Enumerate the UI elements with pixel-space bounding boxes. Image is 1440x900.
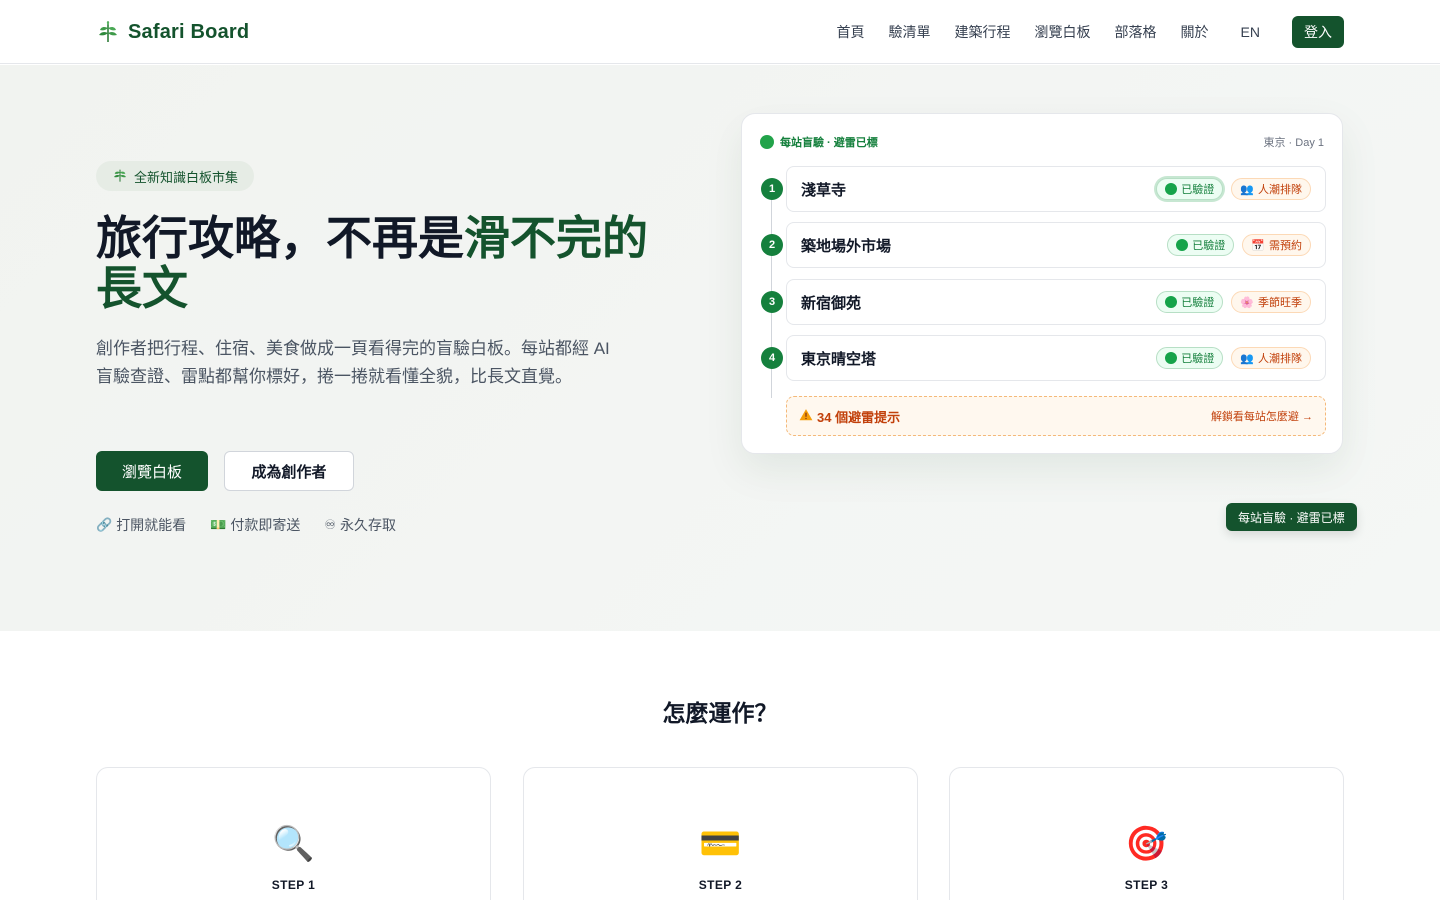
nav-link-home[interactable]: 首頁 (837, 22, 865, 42)
blossom-icon: 🌸 (1240, 296, 1254, 309)
verified-badge: 已驗證 (1156, 291, 1224, 313)
green-dot-icon (1165, 183, 1178, 195)
people-icon: 👥 (1240, 183, 1254, 196)
credit-card-icon: 💳 (699, 825, 742, 863)
green-dot-icon (760, 135, 774, 149)
step-label: STEP 2 (698, 878, 743, 892)
leaf-icon (112, 167, 128, 186)
people-icon: 👥 (1240, 352, 1254, 365)
stop-row[interactable]: 東京晴空塔 已驗證 👥 人潮排隊 (786, 335, 1326, 381)
hero-title-plain: 旅行攻略，不再是 (96, 212, 464, 264)
become-creator-button[interactable]: 成為創作者 (224, 451, 354, 491)
stop-number: 4 (761, 347, 783, 369)
stop-number: 2 (761, 234, 783, 256)
language-switch[interactable]: EN (1241, 24, 1260, 40)
green-dot-icon (1165, 296, 1178, 308)
how-it-works-title: 怎麼運作？ (662, 700, 778, 726)
preview-chip: 每站盲驗 · 避雷已標 (1226, 503, 1357, 531)
step-label: STEP 1 (271, 878, 316, 892)
hero-badge-label: 全新知識白板市集 (134, 169, 239, 185)
browse-boards-button[interactable]: 瀏覽白板 (96, 451, 208, 491)
infinity-icon: ♾ (324, 517, 337, 532)
step-label: STEP 3 (1124, 878, 1169, 892)
perk-label: 付款即寄送 (230, 517, 301, 533)
nav-links: 首頁 驗清單 建築行程 瀏覽白板 部落格 關於 EN 登入 (813, 16, 1344, 48)
nav-link-checklist[interactable]: 驗清單 (889, 22, 931, 42)
warning-tag: 🌸 季節旺季 (1231, 291, 1311, 313)
hero-perks: 🔗 打開就能看 💵 付款即寄送 ♾ 永久存取 (96, 515, 396, 535)
perk-item: 🔗 打開就能看 (96, 515, 186, 535)
login-button[interactable]: 登入 (1292, 16, 1344, 48)
nav-link-blog[interactable]: 部落格 (1115, 22, 1157, 42)
stop-number: 1 (761, 178, 783, 200)
nav-link-browse-boards[interactable]: 瀏覽白板 (1035, 22, 1091, 42)
brand-logo[interactable]: Safari Board (96, 18, 249, 46)
hero-title: 旅行攻略，不再是滑不完的長文 (96, 213, 676, 313)
stop-row[interactable]: 築地場外市場 已驗證 📅 需預約 (786, 222, 1326, 268)
top-nav: Safari Board 首頁 驗清單 建築行程 瀏覽白板 部落格 關於 EN … (0, 0, 1440, 64)
itinerary-preview-card: 每站盲驗 · 避雷已標 東京 · Day 1 1 淺草寺 已驗證 👥 人潮排隊 … (741, 113, 1343, 454)
green-dot-icon (1176, 239, 1189, 251)
perk-label: 永久存取 (340, 517, 397, 533)
perk-item: ♾ 永久存取 (324, 515, 396, 535)
warning-tag: 👥 人潮排隊 (1231, 178, 1311, 200)
stop-name: 築地場外市場 (801, 237, 892, 255)
preview-header-title: 每站盲驗 · 避雷已標 (780, 137, 878, 149)
warning-icon (799, 408, 813, 425)
calendar-icon: 📅 (1251, 239, 1265, 252)
stop-name: 新宿御苑 (801, 294, 862, 312)
brand-name: Safari Board (128, 20, 250, 43)
step-card: 💳 STEP 2 (523, 767, 918, 900)
unlock-pitfalls-link[interactable]: 解鎖看每站怎麼避 → (1211, 408, 1313, 424)
nav-link-about[interactable]: 關於 (1181, 22, 1209, 42)
stop-name: 東京晴空塔 (801, 350, 877, 368)
verified-badge: 已驗證 (1156, 347, 1224, 369)
step-card: 🔍 STEP 1 (96, 767, 491, 900)
leaf-icon (96, 20, 120, 44)
preview-header: 每站盲驗 · 避雷已標 東京 · Day 1 (760, 134, 1324, 150)
stop-number: 3 (761, 291, 783, 313)
verified-badge: 已驗證 (1156, 178, 1224, 200)
hero-badge: 全新知識白板市集 (96, 161, 255, 191)
link-icon: 🔗 (96, 517, 113, 532)
warning-tag: 📅 需預約 (1242, 234, 1311, 256)
green-dot-icon (1165, 352, 1178, 364)
pitfall-alert[interactable]: 34 個避雷提示 解鎖看每站怎麼避 → (786, 396, 1326, 436)
nav-link-build-itinerary[interactable]: 建築行程 (955, 22, 1011, 42)
verified-badge: 已驗證 (1167, 234, 1235, 256)
perk-label: 打開就能看 (116, 517, 187, 533)
magnifier-icon: 🔍 (272, 825, 315, 863)
money-icon: 💵 (210, 517, 227, 532)
stop-name: 淺草寺 (801, 181, 847, 199)
preview-header-location: 東京 · Day 1 (1263, 137, 1324, 149)
hero-description: 創作者把行程、住宿、美食做成一頁看得完的盲驗白板。每站都經 AI 盲驗查證、雷點… (96, 339, 610, 386)
stop-row[interactable]: 淺草寺 已驗證 👥 人潮排隊 (786, 166, 1326, 212)
pitfall-count: 34 個避雷提示 (817, 409, 901, 425)
target-icon: 🎯 (1125, 825, 1168, 863)
warning-tag: 👥 人潮排隊 (1231, 347, 1311, 369)
perk-item: 💵 付款即寄送 (210, 515, 300, 535)
step-card: 🎯 STEP 3 (949, 767, 1344, 900)
stop-row[interactable]: 新宿御苑 已驗證 🌸 季節旺季 (786, 279, 1326, 325)
